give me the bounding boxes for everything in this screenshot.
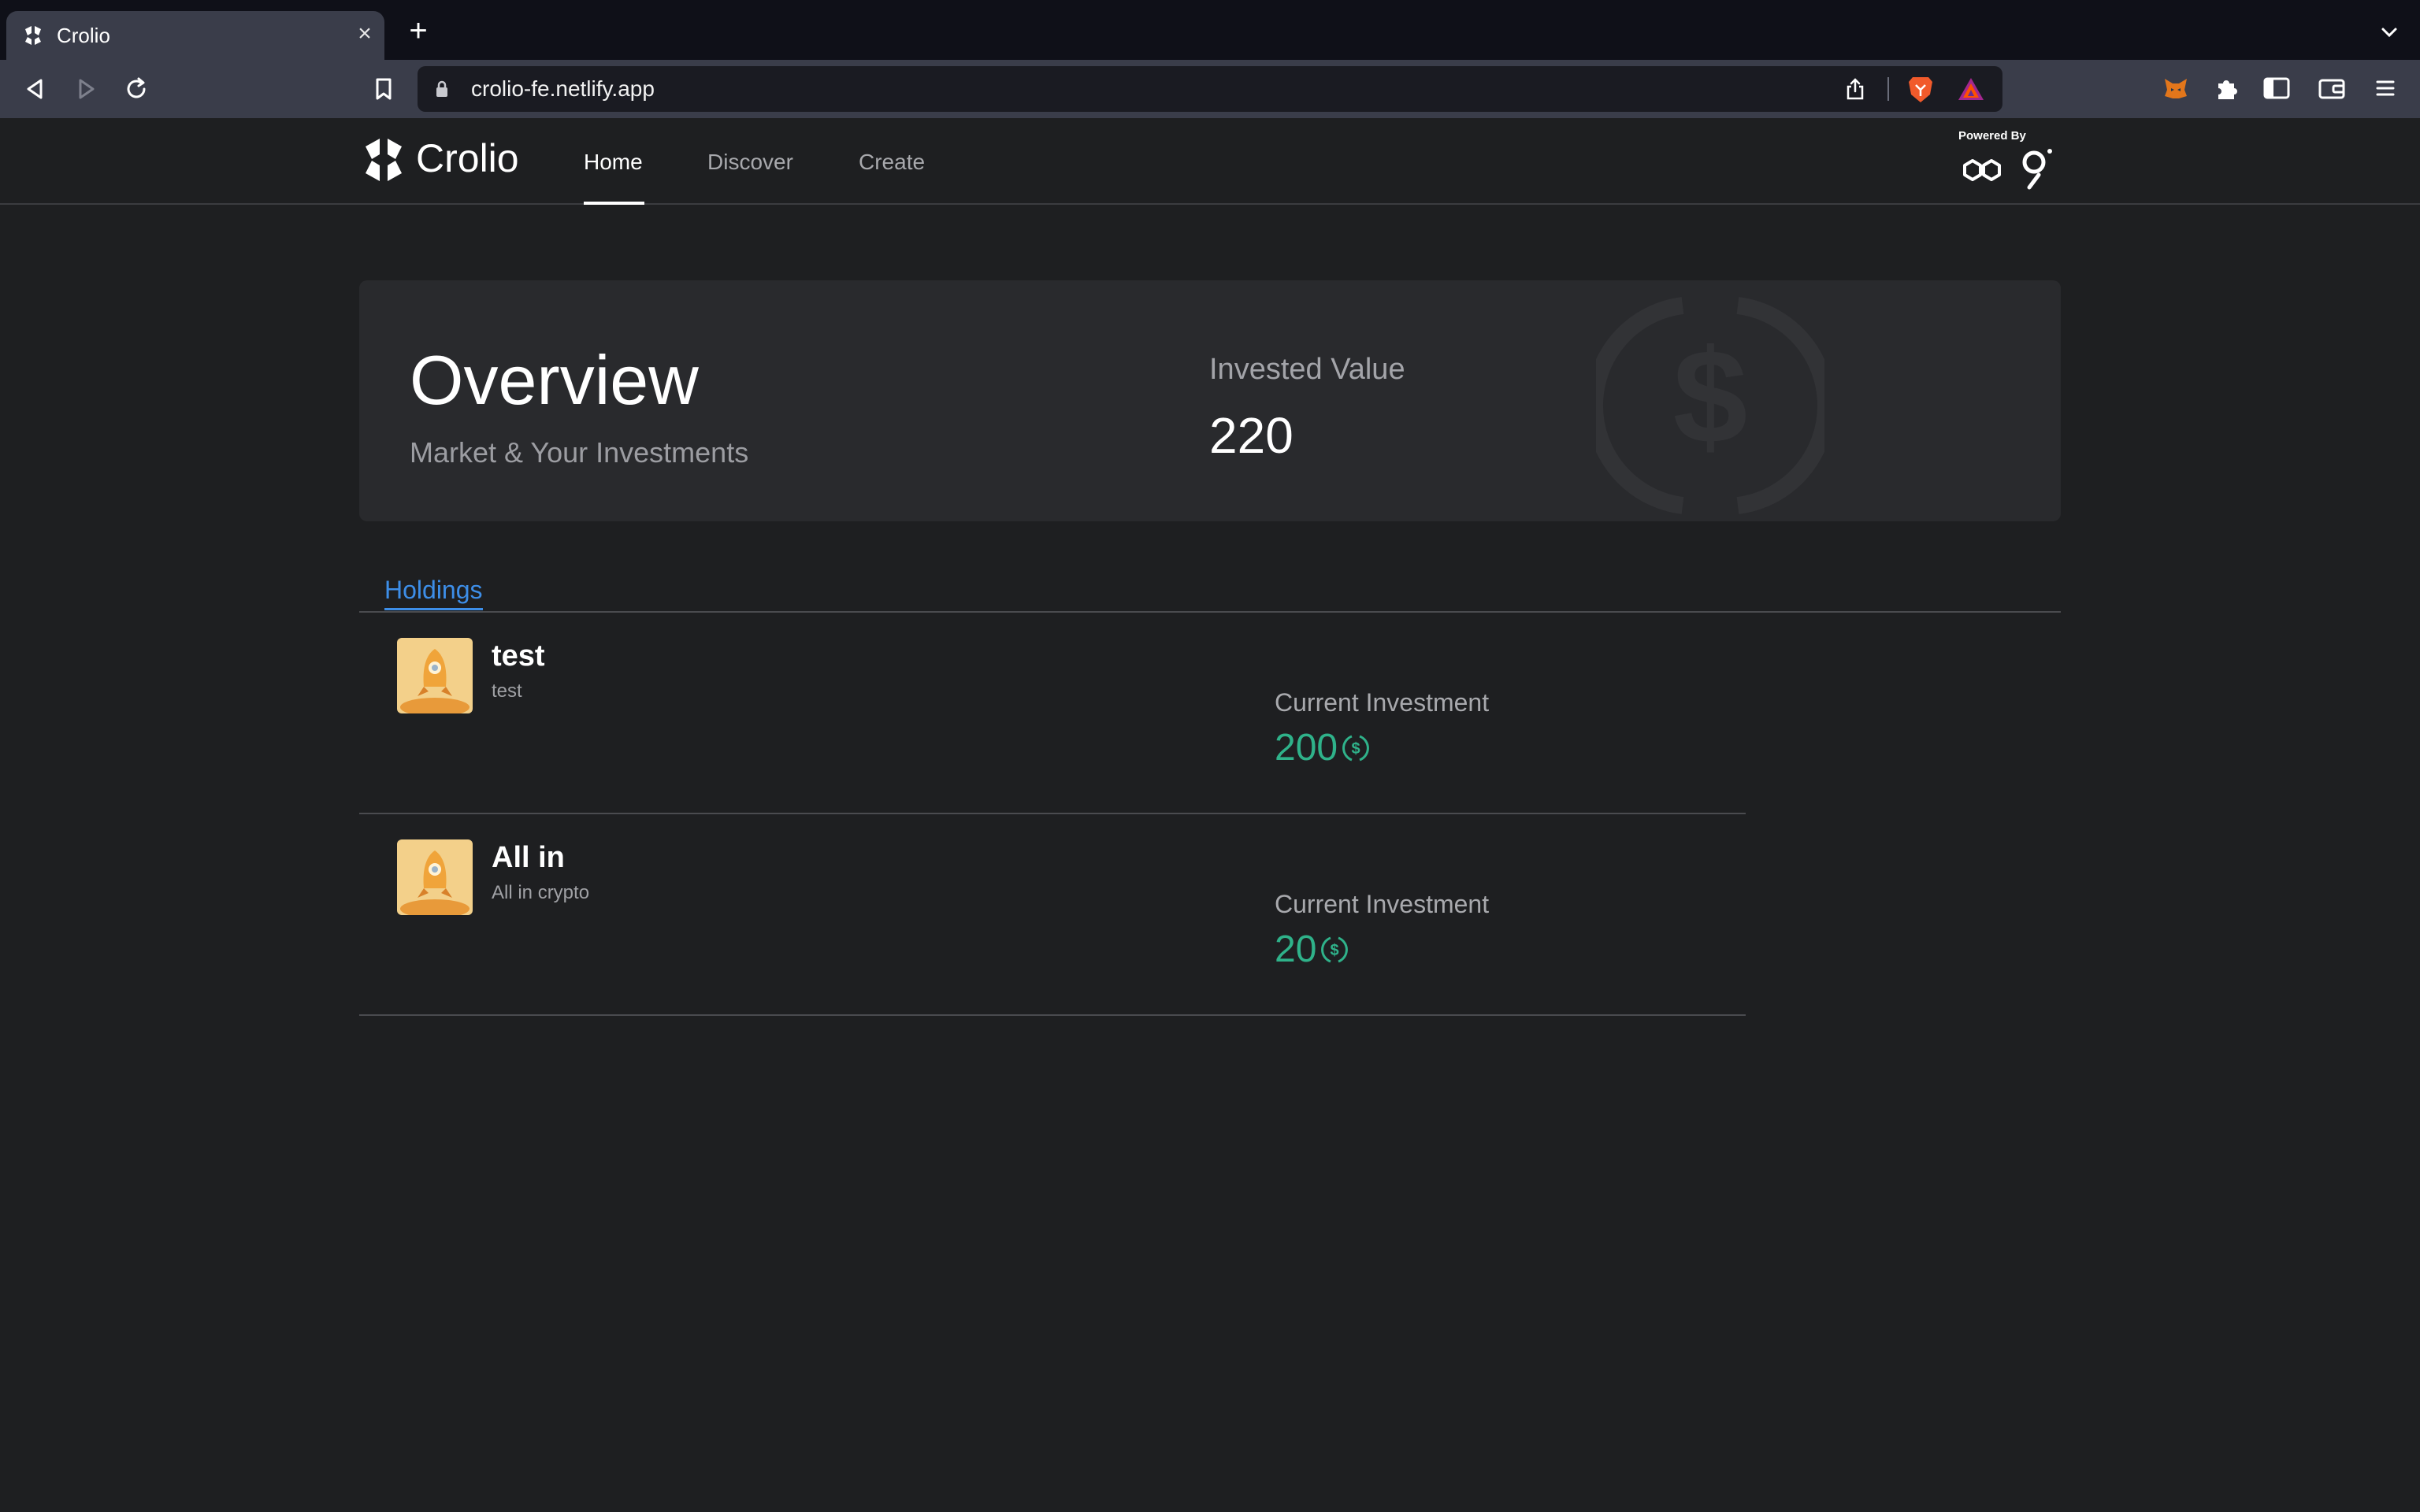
extensions-icon[interactable] xyxy=(2210,72,2242,104)
browser-tab-title: Crolio xyxy=(57,24,110,47)
polygon-logo-icon xyxy=(1963,159,2001,181)
chevron-down-icon[interactable] xyxy=(2377,20,2401,44)
holding-description: All in crypto xyxy=(492,882,590,903)
menu-icon[interactable] xyxy=(2370,72,2401,104)
tab-close-icon[interactable]: × xyxy=(351,20,378,47)
current-investment-amount: 20 xyxy=(1275,928,1317,970)
the-graph-logo-icon xyxy=(2022,149,2052,190)
holding-description: test xyxy=(492,680,522,702)
nav-create[interactable]: Create xyxy=(859,150,925,175)
browser-toolbar: crolio-fe.netlify.app xyxy=(0,60,2420,118)
nav-active-indicator xyxy=(584,202,644,205)
browser-tab-strip: Crolio × + xyxy=(0,0,2420,60)
svg-text:$: $ xyxy=(1673,322,1748,472)
holding-name: test xyxy=(492,639,545,673)
usdc-icon: $ xyxy=(1342,735,1370,761)
bookmark-icon[interactable] xyxy=(367,72,400,106)
overview-title: Overview xyxy=(410,341,699,419)
url-divider xyxy=(1887,77,1889,101)
forward-icon[interactable] xyxy=(69,72,102,106)
svg-text:$: $ xyxy=(1331,942,1339,959)
holdings-tabs: Holdings xyxy=(359,573,2061,613)
address-bar[interactable]: crolio-fe.netlify.app xyxy=(418,66,2002,112)
current-investment-label: Current Investment xyxy=(1275,688,1490,717)
holding-row[interactable]: test test Current Investment 200 $ xyxy=(359,613,1746,814)
nav-home[interactable]: Home xyxy=(584,150,643,175)
invested-value: 220 xyxy=(1209,407,1294,464)
crolio-logo-icon[interactable] xyxy=(364,137,403,183)
usdc-watermark-icon: $ xyxy=(1596,297,1824,514)
holding-name: All in xyxy=(492,841,565,874)
crolio-logo-text[interactable]: Crolio xyxy=(416,135,519,181)
holding-row[interactable]: All in All in crypto Current Investment … xyxy=(359,814,1746,1016)
crolio-favicon-icon xyxy=(25,26,41,45)
lock-icon xyxy=(436,80,447,97)
current-investment-value: 20 $ xyxy=(1275,928,1349,971)
url-text[interactable]: crolio-fe.netlify.app xyxy=(471,76,655,102)
overview-card: $ Overview Market & Your Investments Inv… xyxy=(359,280,2061,521)
nav-discover[interactable]: Discover xyxy=(707,150,793,175)
share-icon[interactable] xyxy=(1843,77,1867,101)
wallet-icon[interactable] xyxy=(2316,72,2348,104)
reload-icon[interactable] xyxy=(120,72,153,106)
holding-thumbnail xyxy=(397,638,473,713)
current-investment-amount: 200 xyxy=(1275,727,1338,769)
tab-holdings[interactable]: Holdings xyxy=(384,576,483,610)
svg-text:$: $ xyxy=(1352,740,1360,758)
sidebar-icon[interactable] xyxy=(2261,72,2292,104)
invested-value-label: Invested Value xyxy=(1209,353,1405,386)
new-tab-button[interactable]: + xyxy=(405,15,432,46)
app-header: Crolio Home Discover Create Powered By xyxy=(0,118,2420,205)
overview-subtitle: Market & Your Investments xyxy=(410,436,749,469)
browser-tab[interactable]: Crolio × xyxy=(6,11,384,60)
powered-by-label: Powered By xyxy=(1958,129,2026,143)
back-icon[interactable] xyxy=(19,72,52,106)
usdc-icon: $ xyxy=(1321,936,1349,962)
brave-shields-icon[interactable] xyxy=(1906,74,1935,104)
current-investment-value: 200 $ xyxy=(1275,726,1371,769)
holding-thumbnail xyxy=(397,839,473,915)
current-investment-label: Current Investment xyxy=(1275,890,1490,918)
brave-rewards-icon[interactable] xyxy=(1957,76,1985,102)
metamask-icon[interactable] xyxy=(2160,72,2192,104)
